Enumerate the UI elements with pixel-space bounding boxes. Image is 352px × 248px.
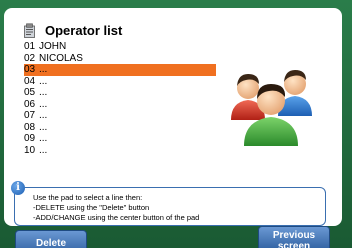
operator-number: 06 bbox=[24, 98, 36, 110]
operator-name: NICOLAS bbox=[39, 52, 83, 64]
help-text: Use the pad to select a line then: -DELE… bbox=[33, 193, 199, 223]
operator-name: ... bbox=[39, 110, 48, 121]
operator-name: JOHN bbox=[39, 41, 67, 52]
operator-list-icon bbox=[24, 23, 35, 38]
operator-number: 03 bbox=[24, 64, 36, 75]
operator-name: ... bbox=[39, 133, 48, 144]
screen-label: screen bbox=[277, 241, 311, 248]
operator-name: ... bbox=[39, 64, 48, 75]
screen: Operator list 01 JOHN 02 NICOLAS 03... 04... 0… bbox=[0, 0, 352, 248]
page-title: Operator list bbox=[45, 22, 123, 38]
operator-panel: Operator list 01 JOHN 02 NICOLAS 03... 04... 0… bbox=[4, 8, 342, 226]
panel-header: Operator list bbox=[24, 20, 122, 40]
operator-number: 10 bbox=[24, 144, 36, 156]
users-group-icon bbox=[231, 70, 312, 146]
operator-name: ... bbox=[39, 87, 48, 98]
help-line: Use the pad to select a line then: bbox=[33, 193, 143, 202]
operator-number: 08 bbox=[24, 121, 36, 133]
previous-label: Previous bbox=[272, 230, 316, 241]
help-info-box: i Use the pad to select a line then: -DE… bbox=[11, 181, 326, 226]
operator-number: 01 bbox=[24, 41, 36, 52]
operator-list: 01 JOHN 02 NICOLAS 03... 04... 05... 06... 07...… bbox=[24, 41, 216, 156]
operator-number: 02 bbox=[24, 52, 36, 64]
operator-name: ... bbox=[39, 98, 48, 110]
operator-row[interactable]: 05... bbox=[24, 87, 216, 99]
operator-row[interactable]: 03... bbox=[24, 64, 216, 76]
previous-screen-button[interactable]: Previous screen bbox=[258, 226, 330, 248]
operator-number: 09 bbox=[24, 133, 36, 144]
operator-row[interactable]: 07... bbox=[24, 110, 216, 122]
help-line: -ADD/CHANGE using the center button of t… bbox=[33, 213, 200, 222]
operator-name: ... bbox=[39, 121, 48, 133]
help-line: -DELETE using the "Delete" button bbox=[33, 203, 150, 212]
operator-row[interactable]: 06... bbox=[24, 99, 216, 111]
operator-row[interactable]: 09... bbox=[24, 133, 216, 145]
operator-name: ... bbox=[39, 75, 48, 87]
operator-number: 07 bbox=[24, 110, 36, 121]
delete-button[interactable]: Delete bbox=[15, 230, 87, 248]
operator-number: 05 bbox=[24, 87, 36, 98]
operator-row[interactable]: 02 NICOLAS bbox=[24, 53, 216, 65]
operator-row[interactable]: 04... bbox=[24, 76, 216, 88]
operator-row[interactable]: 08... bbox=[24, 122, 216, 134]
operator-name: ... bbox=[39, 144, 48, 156]
info-icon: i bbox=[11, 181, 25, 195]
operator-row[interactable]: 10... bbox=[24, 145, 216, 157]
operator-number: 04 bbox=[24, 75, 36, 87]
operator-row[interactable]: 01 JOHN bbox=[24, 41, 216, 53]
